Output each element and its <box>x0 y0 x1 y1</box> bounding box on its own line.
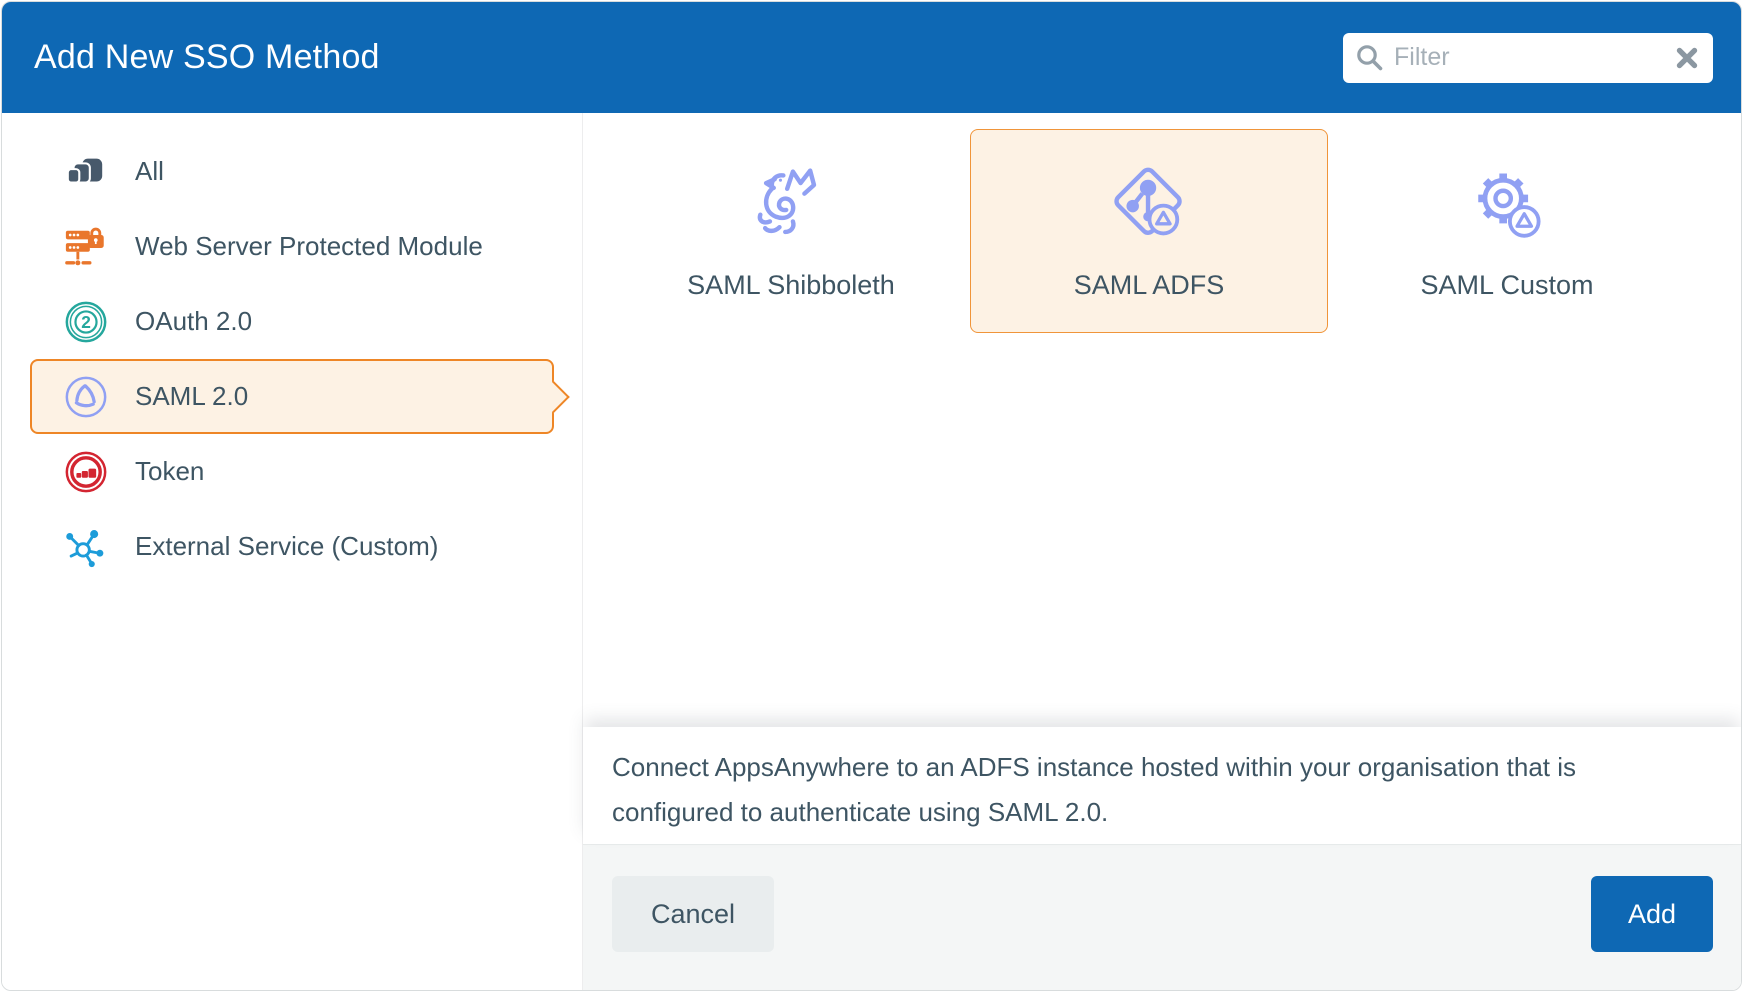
method-card-label: SAML Shibboleth <box>687 270 895 301</box>
filter-input[interactable] <box>1394 43 1666 72</box>
content-area: SAML Shibboleth SAML ADFS SAML Custom Co… <box>583 113 1741 990</box>
modal-title: Add New SSO Method <box>34 38 380 77</box>
method-card-saml-custom[interactable]: SAML Custom <box>1328 129 1686 333</box>
external-service-icon <box>63 524 109 570</box>
sidebar-item-label: SAML 2.0 <box>135 381 248 412</box>
method-card-saml-adfs[interactable]: SAML ADFS <box>970 129 1328 333</box>
adfs-icon <box>1103 162 1195 254</box>
sidebar-item-all[interactable]: All <box>30 134 554 209</box>
modal-body: All Web Server Protected Module 2 OAuth 2… <box>2 113 1741 990</box>
sidebar-item-oauth-2-0[interactable]: 2 OAuth 2.0 <box>30 284 554 359</box>
content-spacer <box>583 333 1741 727</box>
sidebar-item-label: Token <box>135 456 204 487</box>
sidebar-item-saml-2-0[interactable]: SAML 2.0 <box>30 359 554 434</box>
method-description: Connect AppsAnywhere to an ADFS instance… <box>612 745 1622 835</box>
add-button[interactable]: Add <box>1591 876 1713 952</box>
sidebar-item-label: All <box>135 156 164 187</box>
method-card-label: SAML ADFS <box>1074 270 1225 301</box>
filter-box <box>1343 33 1713 83</box>
modal-header: Add New SSO Method <box>2 2 1741 113</box>
modal-footer: Cancel Add <box>583 844 1741 990</box>
svg-text:2: 2 <box>81 312 91 332</box>
saml2-icon <box>63 374 109 420</box>
saml-custom-gear-icon <box>1461 162 1553 254</box>
web-server-lock-icon <box>63 224 109 270</box>
method-description-panel: Connect AppsAnywhere to an ADFS instance… <box>583 727 1741 844</box>
sidebar-item-token[interactable]: Token <box>30 434 554 509</box>
sidebar-item-label: OAuth 2.0 <box>135 306 252 337</box>
screen: Add New SSO Method All <box>0 0 1743 992</box>
shibboleth-griffin-icon <box>745 162 837 254</box>
sidebar-item-external-service-custom[interactable]: External Service (Custom) <box>30 509 554 584</box>
sso-category-sidebar: All Web Server Protected Module 2 OAuth 2… <box>2 113 583 990</box>
method-card-label: SAML Custom <box>1420 270 1593 301</box>
oauth2-icon: 2 <box>63 299 109 345</box>
all-methods-icon <box>63 149 109 195</box>
sso-method-grid: SAML Shibboleth SAML ADFS SAML Custom <box>612 129 1741 333</box>
sidebar-item-label: Web Server Protected Module <box>135 231 483 262</box>
method-card-saml-shibboleth[interactable]: SAML Shibboleth <box>612 129 970 333</box>
sidebar-item-web-server-protected-module[interactable]: Web Server Protected Module <box>30 209 554 284</box>
sidebar-item-label: External Service (Custom) <box>135 531 438 562</box>
cancel-button[interactable]: Cancel <box>612 876 774 952</box>
add-sso-modal: Add New SSO Method All <box>1 1 1742 991</box>
clear-filter-icon[interactable] <box>1675 46 1699 70</box>
search-icon <box>1355 43 1385 73</box>
token-icon <box>63 449 109 495</box>
